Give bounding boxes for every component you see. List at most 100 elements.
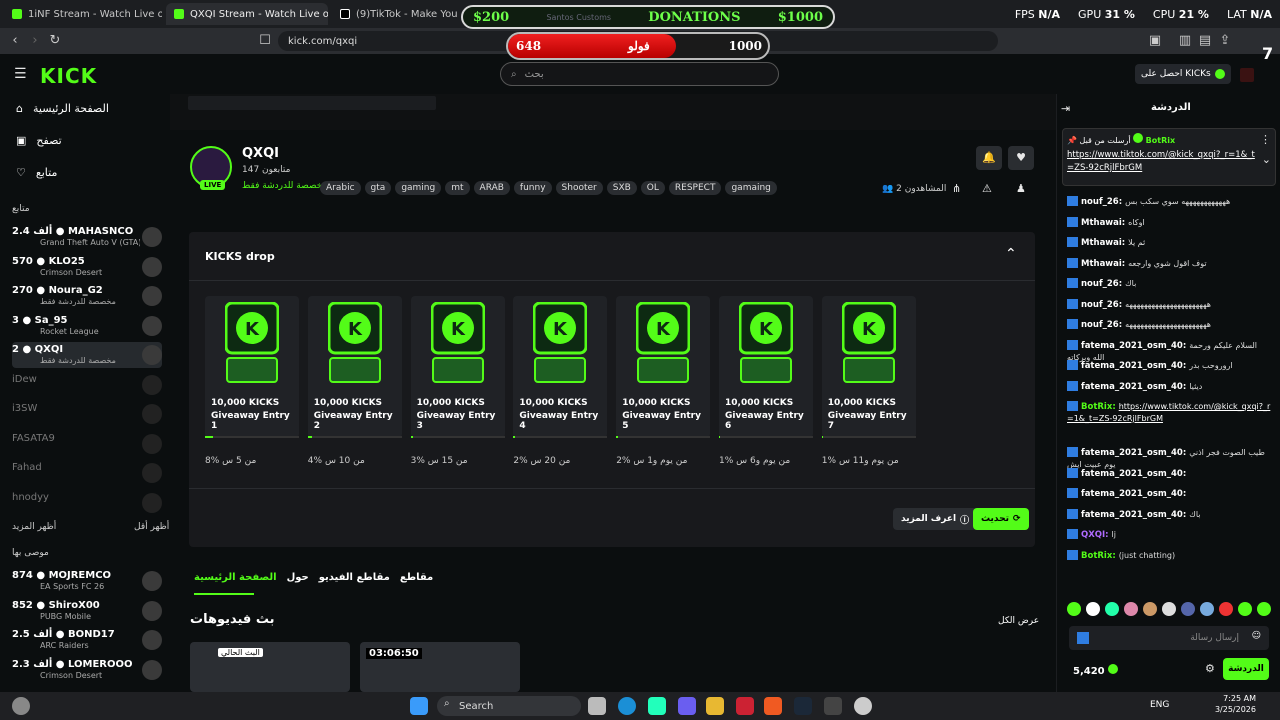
clock-time[interactable]: 7:25 AM bbox=[1216, 694, 1256, 703]
bookmark-icon[interactable]: ☐ bbox=[256, 32, 274, 50]
tag-chip[interactable]: RESPECT bbox=[668, 181, 722, 195]
sidebar-channel-sa_95[interactable]: 3 ● Sa_95 Rocket League bbox=[12, 313, 162, 339]
chat-settings-icon[interactable]: ⚙ bbox=[1205, 662, 1215, 675]
extensions-icon[interactable]: ▣ bbox=[1146, 32, 1164, 50]
drop-card[interactable]: K 10,000 KICKS Giveaway Entry 4 bbox=[513, 296, 608, 438]
emote-icon[interactable] bbox=[1143, 602, 1157, 616]
chat-username[interactable]: QXQI: bbox=[1081, 530, 1112, 540]
video-player-strip[interactable] bbox=[170, 94, 1056, 130]
weather-icon[interactable] bbox=[12, 697, 30, 715]
back-icon[interactable]: ‹ bbox=[6, 32, 24, 50]
kicks-balance[interactable]: 5,420 bbox=[1073, 664, 1119, 677]
tag-chip[interactable]: OL bbox=[640, 181, 665, 195]
share-icon[interactable]: ⇪ bbox=[1216, 32, 1234, 50]
chat-input[interactable]: إرسال رسالة ☺ bbox=[1069, 626, 1269, 650]
collapse-chevron-icon[interactable]: ⌃ bbox=[1005, 246, 1017, 262]
share-icon[interactable]: ⋔ bbox=[952, 182, 961, 195]
chat-username[interactable]: fatema_2021_osm_40: bbox=[1081, 382, 1189, 392]
drop-card[interactable]: K 10,000 KICKS Giveaway Entry 2 bbox=[307, 296, 402, 438]
sidebar-channel-hnodyy[interactable]: hnodyy bbox=[12, 490, 162, 516]
app-icon[interactable] bbox=[824, 697, 842, 715]
file-explorer-icon[interactable] bbox=[706, 697, 724, 715]
recommended-channel-mojremco[interactable]: 874 ● MOJREMCO EA Sports FC 26 bbox=[12, 568, 162, 594]
report-icon[interactable]: ⚠ bbox=[982, 182, 992, 195]
more-options-icon[interactable]: ⋮ bbox=[1260, 133, 1271, 146]
kick-logo[interactable]: KICK bbox=[40, 64, 97, 88]
recommended-channel-shirox00[interactable]: 852 ● ShiroX00 PUBG Mobile bbox=[12, 598, 162, 624]
view-all-link[interactable]: عرض الكل bbox=[998, 616, 1039, 626]
user-avatar[interactable] bbox=[1240, 68, 1254, 82]
get-kicks-button[interactable]: احصل على KICKs bbox=[1135, 64, 1231, 84]
follow-heart-button[interactable]: ♥ bbox=[1008, 146, 1034, 170]
chat-username[interactable]: nouf_26: bbox=[1081, 197, 1125, 207]
task-view-icon[interactable] bbox=[588, 697, 606, 715]
tab-clips[interactable]: مقاطع bbox=[400, 572, 433, 583]
tab-about[interactable]: حول bbox=[287, 572, 309, 583]
chat-username[interactable]: nouf_26: bbox=[1081, 279, 1125, 289]
show-less-link[interactable]: أظهر أقل bbox=[134, 522, 169, 532]
chat-username[interactable]: Mthawai: bbox=[1081, 259, 1128, 269]
sidebar-channel-fahad[interactable]: Fahad bbox=[12, 460, 162, 486]
emote-icon[interactable] bbox=[1124, 602, 1138, 616]
language-indicator[interactable]: ENG bbox=[1150, 700, 1169, 710]
tag-chip[interactable]: SXB bbox=[606, 181, 637, 195]
sidebar-channel-mahasnco[interactable]: 2.4 ألف ● MAHASNCO Grand Theft Auto V (GT… bbox=[12, 224, 162, 250]
sidebar-channel-fasata9[interactable]: FASATA9 bbox=[12, 431, 162, 457]
edge-icon[interactable] bbox=[618, 697, 636, 715]
chat-username[interactable]: nouf_26: bbox=[1081, 300, 1125, 310]
sidebar-channel-idew[interactable]: iDew bbox=[12, 372, 162, 398]
recommended-channel-lomerooo[interactable]: 2.3 ألف ● LOMEROOO Crimson Desert bbox=[12, 657, 162, 683]
emote-icon[interactable] bbox=[1067, 602, 1081, 616]
browser-tab-2[interactable]: QXQI Stream - Watch Live on Kick✕ bbox=[166, 3, 328, 25]
emote-icon[interactable] bbox=[1162, 602, 1176, 616]
sidebar-channel-klo25[interactable]: 570 ● KLO25 Crimson Desert bbox=[12, 254, 162, 280]
sidebar-channel-noura_g2[interactable]: 270 ● Noura_G2 مخصصة للدردشة فقط bbox=[12, 283, 162, 309]
sidebar-channel-qxqi[interactable]: 2 ● QXQI مخصصة للدردشة فقط bbox=[12, 342, 162, 368]
video-thumbnail-2[interactable]: 03:06:50 bbox=[360, 642, 520, 692]
tag-chip[interactable]: gaming bbox=[395, 181, 442, 195]
recommended-channel-bond17[interactable]: 2.5 ألف ● BOND17 ARC Raiders bbox=[12, 627, 162, 653]
chat-username[interactable]: fatema_2021_osm_40: bbox=[1081, 489, 1186, 499]
video-thumbnail-1[interactable]: البث الحالي bbox=[190, 642, 350, 692]
app-icon[interactable] bbox=[648, 697, 666, 715]
browser-tab-1[interactable]: 1iNF Stream - Watch Live on Kick bbox=[4, 3, 162, 25]
drop-card[interactable]: K 10,000 KICKS Giveaway Entry 6 bbox=[719, 296, 813, 438]
tag-chip[interactable]: Shooter bbox=[555, 181, 603, 195]
emote-icon[interactable] bbox=[1105, 602, 1119, 616]
pinned-link[interactable]: https://www.tiktok.com/@kick_qxqi?_r=1&_… bbox=[1067, 149, 1257, 175]
brave-icon[interactable] bbox=[764, 697, 782, 715]
tag-chip[interactable]: ARAB bbox=[473, 181, 510, 195]
wallet-icon[interactable]: ▤ bbox=[1196, 32, 1214, 50]
windows-start-icon[interactable] bbox=[410, 697, 428, 715]
learn-more-button[interactable]: اعرف المزيد ⓘ bbox=[893, 508, 978, 530]
tag-chip[interactable]: Arabic bbox=[320, 181, 361, 195]
emote-icon[interactable] bbox=[1257, 602, 1271, 616]
update-button[interactable]: تحديث ⟳ bbox=[973, 508, 1029, 530]
forward-icon[interactable]: › bbox=[26, 32, 44, 50]
chat-username[interactable]: fatema_2021_osm_40: bbox=[1081, 448, 1189, 458]
clock-date[interactable]: 3/25/2026 bbox=[1210, 705, 1256, 714]
emoji-icon[interactable]: ☺ bbox=[1252, 631, 1261, 641]
chat-username[interactable]: fatema_2021_osm_40: bbox=[1081, 469, 1186, 479]
steam-icon[interactable] bbox=[794, 697, 812, 715]
tag-chip[interactable]: funny bbox=[513, 181, 552, 195]
emote-icon[interactable] bbox=[1200, 602, 1214, 616]
channel-name[interactable]: QXQI bbox=[242, 146, 279, 161]
collapse-chat-icon[interactable]: ⇥ bbox=[1061, 102, 1070, 115]
tag-chip[interactable]: gamaing bbox=[725, 181, 777, 195]
channel-category[interactable]: مخصصة للدردشة فقط bbox=[242, 181, 327, 191]
emote-icon[interactable] bbox=[1086, 602, 1100, 616]
sidebar-channel-i3sw[interactable]: i3SW bbox=[12, 401, 162, 427]
expand-chevron-icon[interactable]: ⌄ bbox=[1262, 153, 1271, 166]
search-input[interactable]: ⌕ بحث bbox=[500, 62, 779, 86]
emote-icon[interactable] bbox=[1219, 602, 1233, 616]
chat-username[interactable]: BotRix: bbox=[1081, 551, 1119, 561]
tag-chip[interactable]: mt bbox=[445, 181, 470, 195]
chat-username[interactable]: fatema_2021_osm_40: bbox=[1081, 361, 1189, 371]
chat-username[interactable]: Mthawai: bbox=[1081, 218, 1128, 228]
app-icon[interactable] bbox=[736, 697, 754, 715]
reload-icon[interactable]: ↻ bbox=[46, 32, 64, 50]
chat-send-button[interactable]: الدردشة bbox=[1223, 658, 1269, 680]
drop-card[interactable]: K 10,000 KICKS Giveaway Entry 1 bbox=[205, 296, 299, 438]
nav-following[interactable]: ♡ متابع bbox=[16, 166, 57, 179]
